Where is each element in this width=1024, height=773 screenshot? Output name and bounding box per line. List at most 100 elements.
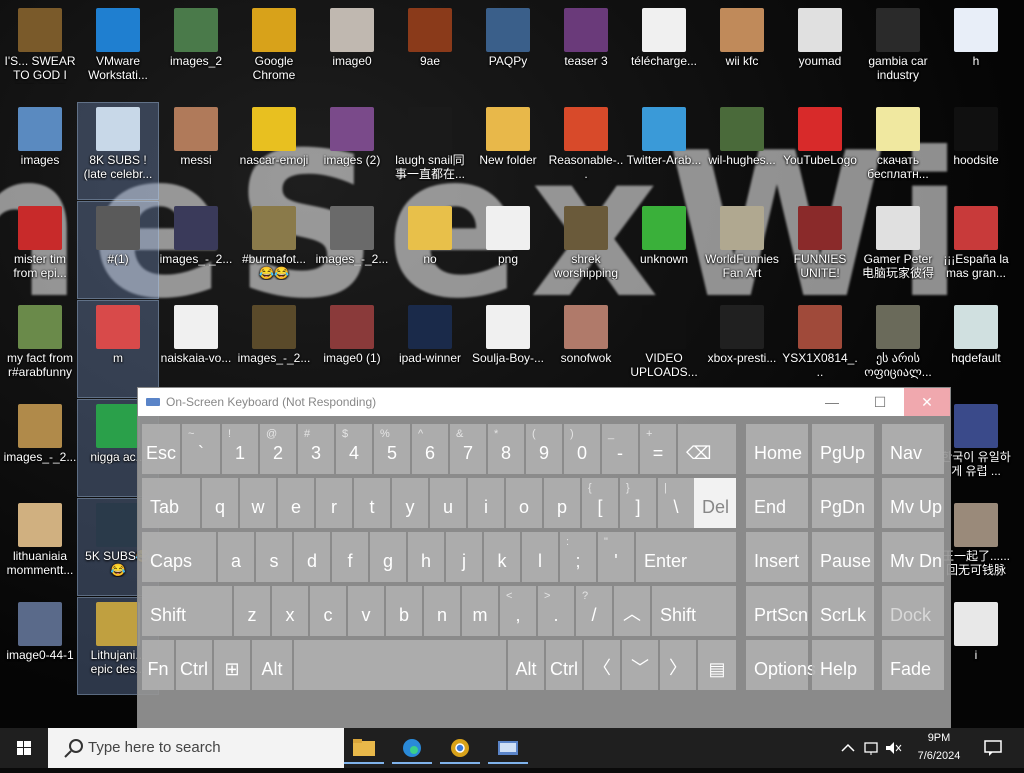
osk-key-space[interactable]: [294, 640, 506, 690]
osk-key-help[interactable]: Help: [812, 640, 874, 690]
desktop-icon[interactable]: youmad: [780, 4, 860, 100]
osk-key-n[interactable]: n: [424, 586, 460, 636]
desktop-icon[interactable]: lithuaniaia mommentt...: [0, 499, 80, 595]
edge-taskbar-button[interactable]: [392, 732, 432, 764]
osk-key-k1[interactable]: ! 1: [222, 424, 258, 474]
desktop-icon[interactable]: #(1): [77, 201, 159, 299]
osk-key-esc[interactable]: Esc: [142, 424, 180, 474]
osk-key-scrlk[interactable]: ScrLk: [812, 586, 874, 636]
desktop-icon[interactable]: images_-_2...: [234, 301, 314, 397]
osk-key-l[interactable]: l: [522, 532, 558, 582]
desktop-icon[interactable]: wil-hughes...: [702, 103, 782, 199]
osk-key-f[interactable]: f: [332, 532, 368, 582]
osk-key-s[interactable]: s: [256, 532, 292, 582]
osk-key-k0[interactable]: ) 0: [564, 424, 600, 474]
desktop-icon[interactable]: images: [0, 103, 80, 199]
on-screen-keyboard-window[interactable]: On-Screen Keyboard (Not Responding) — ☐ …: [137, 387, 951, 745]
desktop-icon[interactable]: naiskaia-vo...: [156, 301, 236, 397]
osk-key-win[interactable]: ⊞: [214, 640, 250, 690]
osk-key-del[interactable]: Del: [694, 478, 736, 528]
desktop-icon[interactable]: télécharge...: [624, 4, 704, 100]
osk-key-equals[interactable]: + =: [640, 424, 676, 474]
desktop-icon[interactable]: images (2): [312, 103, 392, 199]
osk-key-fade[interactable]: Fade: [882, 640, 944, 690]
search-input[interactable]: Type here to search: [48, 728, 344, 768]
desktop-icon[interactable]: YouTubeLogo: [780, 103, 860, 199]
desktop-icon[interactable]: WorldFunnies Fan Art: [702, 202, 782, 298]
network-tray[interactable]: [860, 732, 882, 764]
osk-key-backspace[interactable]: ⌫: [678, 424, 736, 474]
osk-key-backslash[interactable]: | \: [658, 478, 694, 528]
osk-key-caps[interactable]: Caps: [142, 532, 216, 582]
desktop-icon[interactable]: 8K SUBS ! (late celebr...: [77, 102, 159, 200]
close-button[interactable]: ✕: [904, 388, 950, 416]
osk-key-alt-r[interactable]: Alt: [508, 640, 544, 690]
osk-key-j[interactable]: j: [446, 532, 482, 582]
osk-key-lbracket[interactable]: {[: [582, 478, 618, 528]
osk-key-i[interactable]: i: [468, 478, 504, 528]
osk-key-k[interactable]: k: [484, 532, 520, 582]
osk-key-dock[interactable]: Dock: [882, 586, 944, 636]
osk-key-prtscn[interactable]: PrtScn: [746, 586, 808, 636]
osk-titlebar[interactable]: On-Screen Keyboard (Not Responding) — ☐ …: [138, 388, 950, 416]
osk-key-semicolon[interactable]: :;: [560, 532, 596, 582]
osk-key-tab[interactable]: Tab: [142, 478, 200, 528]
osk-key-alt-l[interactable]: Alt: [252, 640, 292, 690]
osk-key-k2[interactable]: @2: [260, 424, 296, 474]
osk-key-fn[interactable]: Fn: [142, 640, 174, 690]
osk-key-mvup[interactable]: Mv Up: [882, 478, 944, 528]
clock[interactable]: 9PM 7/6/2024: [906, 728, 972, 768]
osk-key-menu[interactable]: ▤: [698, 640, 736, 690]
osk-key-insert[interactable]: Insert: [746, 532, 808, 582]
osk-key-shift-r[interactable]: Shift: [652, 586, 736, 636]
osk-key-w[interactable]: w: [240, 478, 276, 528]
desktop-icon[interactable]: messi: [156, 103, 236, 199]
osk-key-up[interactable]: ︿: [614, 586, 650, 636]
osk-key-c[interactable]: c: [310, 586, 346, 636]
desktop-icon[interactable]: Reasonable-...: [546, 103, 626, 199]
osk-key-mvdn[interactable]: Mv Dn: [882, 532, 944, 582]
osk-key-b[interactable]: b: [386, 586, 422, 636]
osk-key-end[interactable]: End: [746, 478, 808, 528]
start-button[interactable]: [0, 728, 48, 768]
desktop-icon[interactable]: m: [77, 300, 159, 398]
osk-key-pgdn[interactable]: PgDn: [812, 478, 874, 528]
desktop-icon[interactable]: image0: [312, 4, 392, 100]
desktop-icon[interactable]: xbox-presti...: [702, 301, 782, 397]
desktop-icon[interactable]: ipad-winner: [390, 301, 470, 397]
desktop-icon[interactable]: hqdefault: [936, 301, 1016, 397]
desktop-icon[interactable]: 9ae: [390, 4, 470, 100]
desktop-icon[interactable]: I'S... SWEAR TO GOD I DID NOT INTEND TO …: [0, 4, 80, 100]
desktop-icon[interactable]: no: [390, 202, 470, 298]
file-explorer-taskbar-button[interactable]: [344, 732, 384, 764]
osk-key-comma[interactable]: <,: [500, 586, 536, 636]
desktop-icon[interactable]: images_-_2...: [0, 400, 80, 496]
tray-chevron[interactable]: [836, 732, 860, 764]
maximize-button[interactable]: ☐: [858, 388, 902, 416]
desktop-icon[interactable]: ¡¡¡España la mas gran...: [936, 202, 1016, 298]
osk-key-ctrl-l[interactable]: Ctrl: [176, 640, 212, 690]
osk-key-q[interactable]: q: [202, 478, 238, 528]
osk-key-x[interactable]: x: [272, 586, 308, 636]
osk-key-pgup[interactable]: PgUp: [812, 424, 874, 474]
desktop-icon[interactable]: mister tim from epi...: [0, 202, 80, 298]
osk-key-k5[interactable]: % 5: [374, 424, 410, 474]
osk-key-o[interactable]: o: [506, 478, 542, 528]
desktop-icon[interactable]: teaser 3: [546, 4, 626, 100]
desktop-icon[interactable]: images_2: [156, 4, 236, 100]
desktop-icon[interactable]: image0 (1): [312, 301, 392, 397]
desktop-icon[interactable]: shrek worshipping: [546, 202, 626, 298]
osk-key-minus[interactable]: _ -: [602, 424, 638, 474]
minimize-button[interactable]: —: [810, 388, 854, 416]
desktop-icon[interactable]: Gamer Peter 电脑玩家彼得: [858, 202, 938, 298]
osk-key-k3[interactable]: #3: [298, 424, 334, 474]
desktop-icon[interactable]: h: [936, 4, 1016, 100]
desktop-icon[interactable]: laugh snail同事一直都在...: [390, 103, 470, 199]
osk-key-slash[interactable]: ? /: [576, 586, 612, 636]
desktop-icon[interactable]: Soulja-Boy-...: [468, 301, 548, 397]
osk-key-quote[interactable]: " ': [598, 532, 634, 582]
osk-key-backtick[interactable]: ~ `: [182, 424, 220, 474]
desktop-icon[interactable]: YSX1X0814_...: [780, 301, 860, 397]
osk-key-k8[interactable]: * 8: [488, 424, 524, 474]
osk-key-shift-l[interactable]: Shift: [142, 586, 232, 636]
